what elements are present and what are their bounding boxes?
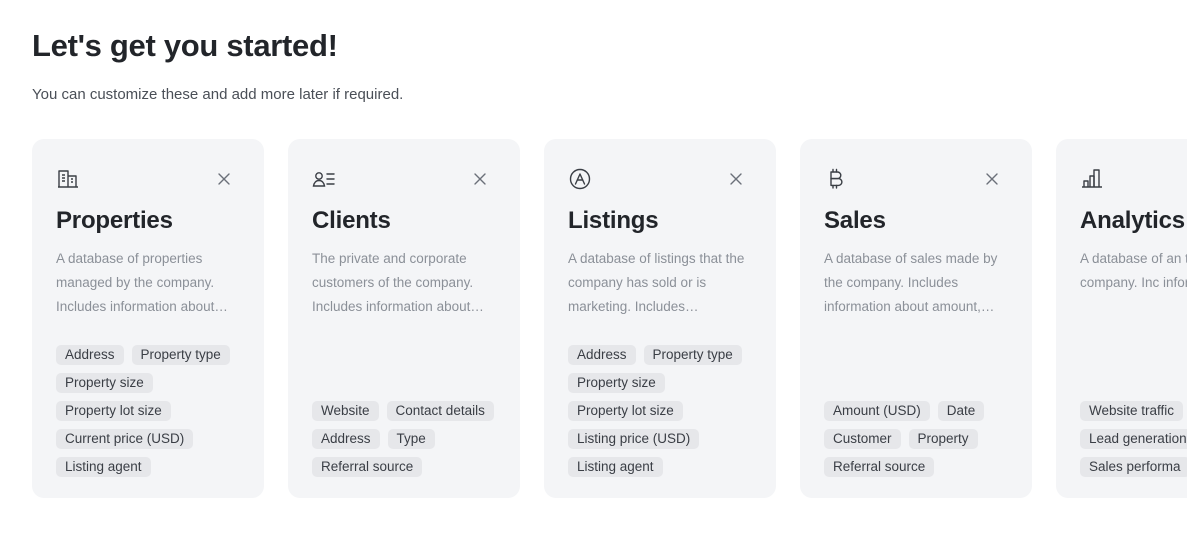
close-icon[interactable] xyxy=(726,169,746,189)
field-tags: Website traffic Lead generation Sales pe… xyxy=(1080,401,1187,477)
field-tag: Amount (USD) xyxy=(824,401,930,421)
template-cards: Properties A database of properties mana… xyxy=(32,139,1187,498)
field-tags: Amount (USD) Date Customer Property Refe… xyxy=(824,401,1020,477)
close-icon[interactable] xyxy=(214,169,234,189)
field-tag: Address xyxy=(568,345,636,365)
card-title: Analytics xyxy=(1080,207,1185,234)
field-tag: Contact details xyxy=(386,401,494,421)
field-tag: Address xyxy=(56,345,124,365)
listing-icon xyxy=(568,167,592,191)
card-description: The private and corporate customers of t… xyxy=(312,251,484,314)
building-icon xyxy=(56,167,80,191)
field-tag: Property lot size xyxy=(568,401,683,421)
field-tag: Listing agent xyxy=(56,457,151,477)
field-tag: Property type xyxy=(643,345,742,365)
card-clients[interactable]: Clients The private and corporate custom… xyxy=(288,139,520,498)
field-tag: Referral source xyxy=(824,457,935,477)
field-tag: Listing agent xyxy=(568,457,663,477)
field-tag: Address xyxy=(312,429,380,449)
card-analytics[interactable]: Analytics A database of an the company. … xyxy=(1056,139,1187,498)
field-tag: Website xyxy=(312,401,379,421)
card-properties[interactable]: Properties A database of properties mana… xyxy=(32,139,264,498)
card-description: A database of an the company. Inc inform… xyxy=(1080,251,1187,290)
field-tag: Date xyxy=(937,401,985,421)
card-sales[interactable]: Sales A database of sales made by the co… xyxy=(800,139,1032,498)
field-tag: Property size xyxy=(56,373,153,393)
page-subtitle: You can customize these and add more lat… xyxy=(32,86,404,103)
card-title: Clients xyxy=(312,207,391,234)
close-icon[interactable] xyxy=(470,169,490,189)
field-tags: Website Contact details Address Type Ref… xyxy=(312,401,508,477)
field-tag: Sales performa xyxy=(1080,457,1187,477)
field-tag: Customer xyxy=(824,429,901,449)
page: Let's get you started! You can customize… xyxy=(0,0,1187,534)
field-tag: Property type xyxy=(131,345,230,365)
field-tag: Website traffic xyxy=(1080,401,1184,421)
field-tag: Property xyxy=(908,429,978,449)
card-description: A database of properties managed by the … xyxy=(56,251,228,314)
field-tag: Property size xyxy=(568,373,665,393)
page-title: Let's get you started! xyxy=(32,28,338,63)
card-title: Properties xyxy=(56,207,173,234)
field-tag: Type xyxy=(387,429,435,449)
field-tag: Referral source xyxy=(312,457,423,477)
card-description: A database of sales made by the company.… xyxy=(824,251,998,314)
card-description: A database of listings that the company … xyxy=(568,251,745,314)
field-tags: Address Property type Property size Prop… xyxy=(568,345,764,477)
field-tags: Address Property type Property size Prop… xyxy=(56,345,252,477)
card-title: Sales xyxy=(824,207,886,234)
field-tag: Listing price (USD) xyxy=(568,429,700,449)
card-title: Listings xyxy=(568,207,659,234)
close-icon[interactable] xyxy=(982,169,1002,189)
field-tag: Property lot size xyxy=(56,401,171,421)
bar-chart-icon xyxy=(1080,167,1104,191)
card-listings[interactable]: Listings A database of listings that the… xyxy=(544,139,776,498)
bitcoin-icon xyxy=(824,167,848,191)
field-tag: Current price (USD) xyxy=(56,429,194,449)
field-tag: Lead generation xyxy=(1080,429,1187,449)
contacts-icon xyxy=(312,167,336,191)
